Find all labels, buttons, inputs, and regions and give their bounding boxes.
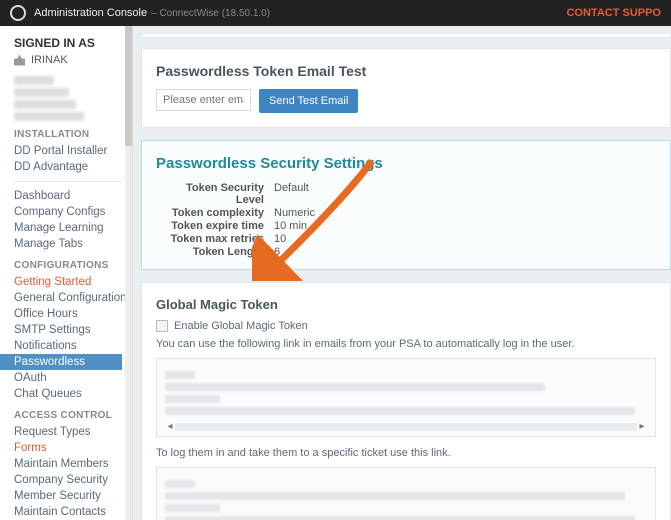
code-scrollbar[interactable] <box>175 423 637 431</box>
scroll-right-icon[interactable]: ▸ <box>637 421 647 432</box>
main-content: Passwordless Token Email Test Send Test … <box>133 26 671 520</box>
kv-val: 6 <box>274 246 280 258</box>
kv-val: Default <box>274 182 309 206</box>
current-user[interactable]: IRINAK <box>14 54 132 66</box>
sidebar-item-company-configs[interactable]: Company Configs <box>14 204 132 220</box>
sidebar-item-general-configuration[interactable]: General Configuration <box>14 290 132 306</box>
sidebar-item-company-security[interactable]: Company Security <box>14 472 132 488</box>
sidebar-item-getting-started[interactable]: Getting Started <box>14 274 132 290</box>
security-settings-panel: Passwordless Security Settings Token Sec… <box>141 140 671 270</box>
app-logo-icon <box>10 5 26 21</box>
magic-token-desc-1: You can use the following link in emails… <box>156 338 656 350</box>
user-icon <box>14 55 25 66</box>
sidebar-item-oauth[interactable]: OAuth <box>14 370 132 386</box>
app-subtitle: – ConnectWise (18.50.1.0) <box>151 8 270 19</box>
sidebar-item-dashboard[interactable]: Dashboard <box>14 188 132 204</box>
sidebar-item-chat-queues[interactable]: Chat Queues <box>14 386 132 402</box>
blurred-section <box>14 76 132 121</box>
kv-key: Token Security Level <box>156 182 264 206</box>
sidebar: SIGNED IN AS IRINAK INSTALLATION DD Port… <box>0 26 133 520</box>
sidebar-item-request-types[interactable]: Request Types <box>14 424 132 440</box>
magic-token-title: Global Magic Token <box>156 297 656 312</box>
signed-in-as-label: SIGNED IN AS <box>14 36 132 50</box>
sidebar-item-smtp-settings[interactable]: SMTP Settings <box>14 322 132 338</box>
code-snippet-2[interactable]: ◂ ▸ <box>156 467 656 520</box>
code-snippet-1[interactable]: ◂ ▸ <box>156 358 656 437</box>
enable-global-magic-token-label: Enable Global Magic Token <box>174 320 308 332</box>
divider <box>14 181 122 182</box>
sidebar-scrollbar[interactable] <box>125 26 132 520</box>
sidebar-item-passwordless[interactable]: Passwordless <box>0 354 122 370</box>
sidebar-item-maintain-members[interactable]: Maintain Members <box>14 456 132 472</box>
kv-val: 10 min <box>274 220 307 232</box>
kv-key: Token complexity <box>156 207 264 219</box>
sidebar-item-notifications[interactable]: Notifications <box>14 338 132 354</box>
sidebar-item-member-security[interactable]: Member Security <box>14 488 132 504</box>
username: IRINAK <box>31 54 68 66</box>
security-settings-title: Passwordless Security Settings <box>156 155 656 172</box>
magic-token-desc-2: To log them in and take them to a specif… <box>156 447 656 459</box>
kv-val: Numeric <box>274 207 315 219</box>
panel-stub <box>141 34 671 38</box>
magic-token-panel: Global Magic Token Enable Global Magic T… <box>141 282 671 520</box>
kv-key: Token expire time <box>156 220 264 232</box>
section-configurations: CONFIGURATIONS <box>14 260 132 271</box>
kv-key: Token Length <box>156 246 264 258</box>
kv-key: Token max retries <box>156 233 264 245</box>
enable-global-magic-token-checkbox[interactable] <box>156 320 168 332</box>
sidebar-item-maintain-contacts[interactable]: Maintain Contacts <box>14 504 132 520</box>
email-input[interactable] <box>156 89 251 111</box>
app-title: Administration Console <box>34 7 147 19</box>
scroll-left-icon[interactable]: ◂ <box>165 421 175 432</box>
section-installation: INSTALLATION <box>14 129 132 140</box>
sidebar-item-manage-tabs[interactable]: Manage Tabs <box>14 236 132 252</box>
sidebar-item-manage-learning[interactable]: Manage Learning <box>14 220 132 236</box>
section-access-control: ACCESS CONTROL <box>14 410 132 421</box>
topbar: Administration Console – ConnectWise (18… <box>0 0 671 26</box>
send-test-email-button[interactable]: Send Test Email <box>259 89 358 113</box>
kv-val: 10 <box>274 233 286 245</box>
sidebar-item-dd-portal-installer[interactable]: DD Portal Installer <box>14 143 132 159</box>
sidebar-item-forms[interactable]: Forms <box>14 440 132 456</box>
email-test-title: Passwordless Token Email Test <box>156 63 656 79</box>
sidebar-item-dd-advantage[interactable]: DD Advantage <box>14 159 132 175</box>
email-test-panel: Passwordless Token Email Test Send Test … <box>141 48 671 128</box>
sidebar-item-office-hours[interactable]: Office Hours <box>14 306 132 322</box>
contact-support-link[interactable]: CONTACT SUPPO <box>566 7 661 19</box>
